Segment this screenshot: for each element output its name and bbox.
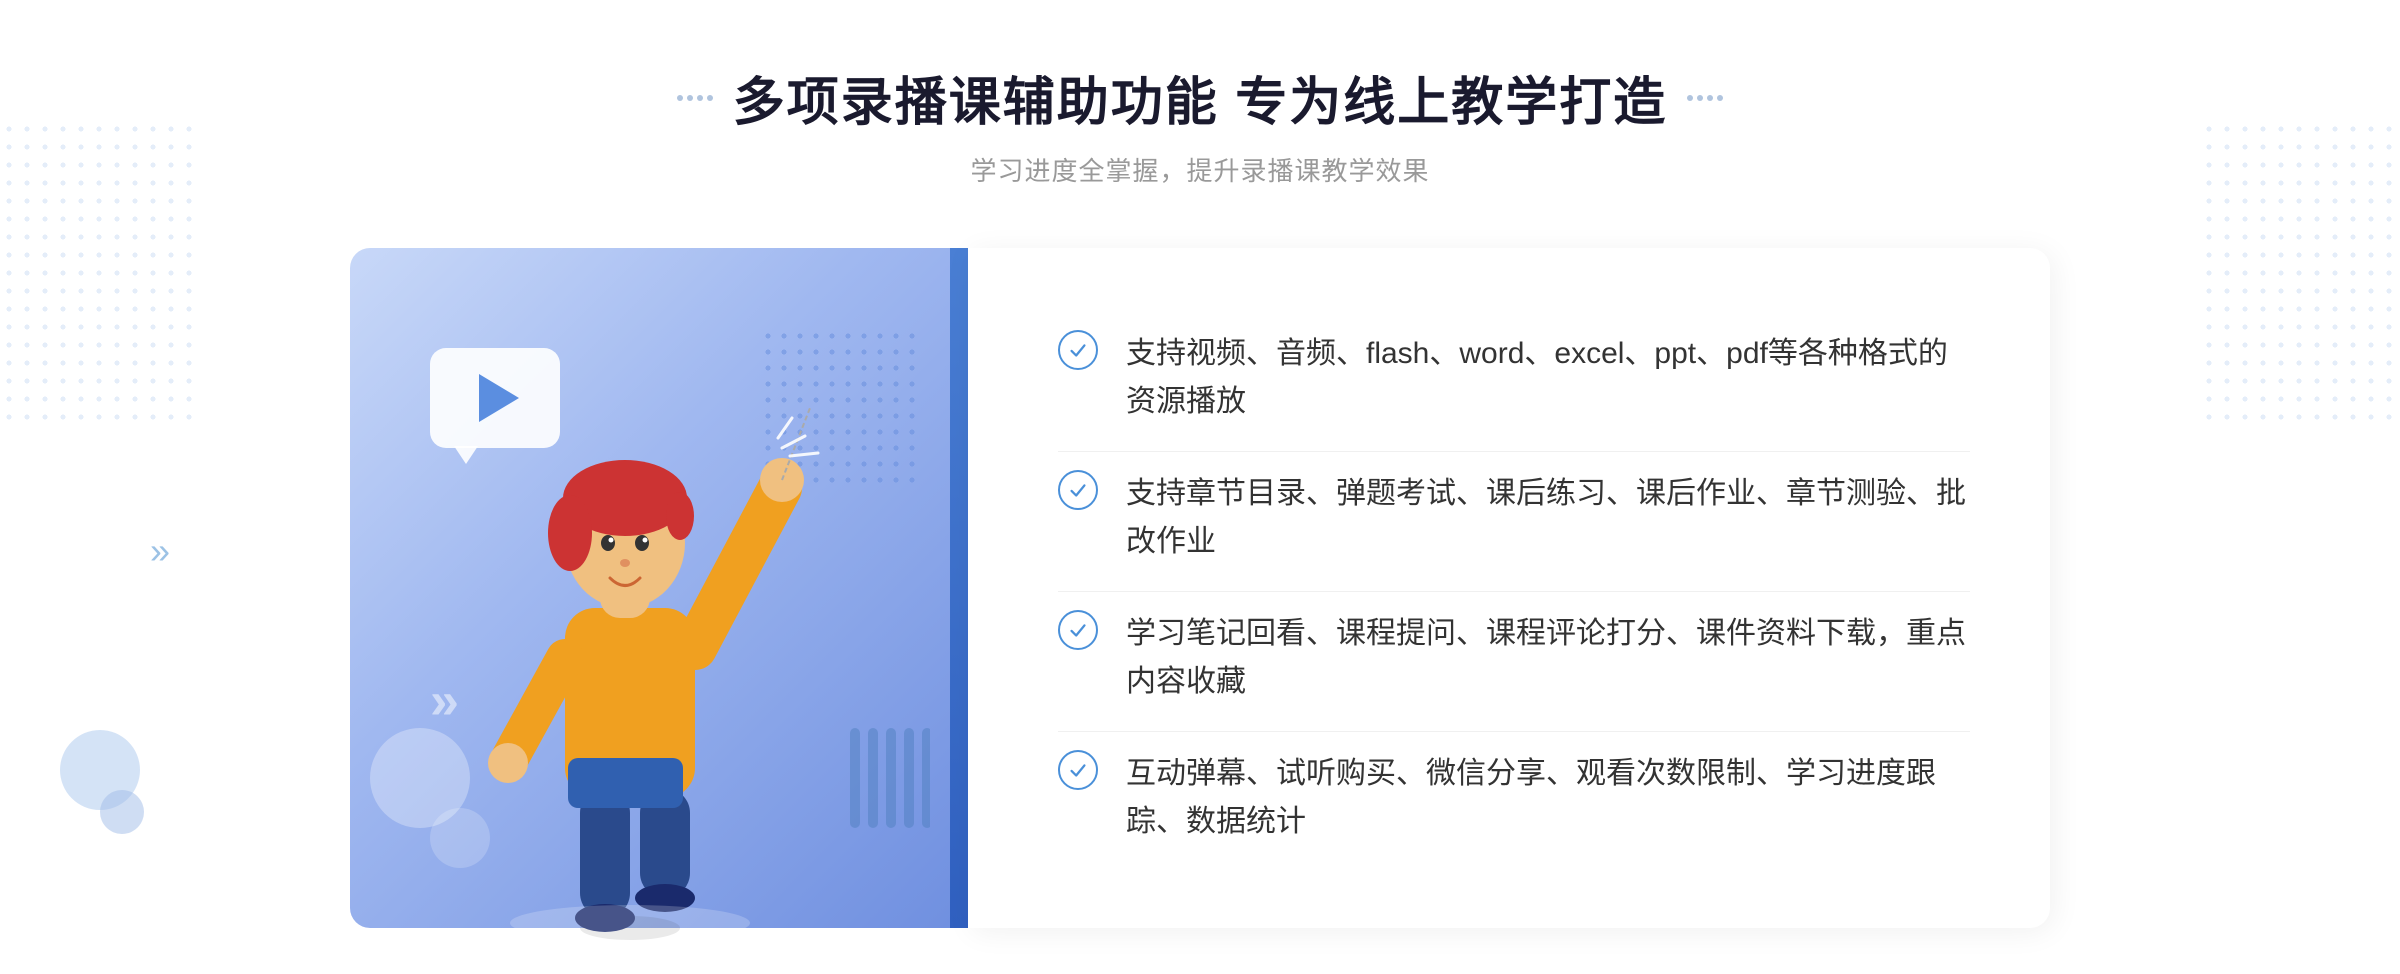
bg-dots-right [2200, 120, 2400, 420]
feature-item-4: 互动弹幕、试听购买、微信分享、观看次数限制、学习进度跟踪、数据统计 [1058, 731, 1970, 864]
dot4 [707, 95, 713, 101]
blue-circles-deco [60, 730, 144, 834]
check-icon-1 [1058, 330, 1098, 370]
feature-item-3: 学习笔记回看、课程提问、课程评论打分、课件资料下载，重点内容收藏 [1058, 591, 1970, 724]
check-icon-3 [1058, 610, 1098, 650]
header-decorators: 多项录播课辅助功能 专为线上教学打造 [677, 60, 1723, 135]
dot6 [1697, 95, 1703, 101]
left-decorator-dots [677, 95, 713, 101]
dot2 [687, 95, 693, 101]
left-panel: » [350, 248, 950, 928]
striped-deco [850, 728, 930, 828]
feature-text-1: 支持视频、音频、flash、word、excel、ppt、pdf等各种格式的资源… [1126, 330, 1970, 426]
dot7 [1707, 95, 1713, 101]
check-icon-2 [1058, 470, 1098, 510]
feature-text-3: 学习笔记回看、课程提问、课程评论打分、课件资料下载，重点内容收藏 [1126, 610, 1970, 706]
dot5 [1687, 95, 1693, 101]
dot3 [697, 95, 703, 101]
left-arrow-decoration: » [150, 530, 170, 572]
page-container: 多项录播课辅助功能 专为线上教学打造 学习进度全掌握，提升录播课教学效果 [0, 0, 2400, 974]
circle-deco-2 [430, 808, 490, 868]
page-title: 多项录播课辅助功能 专为线上教学打造 [733, 60, 1667, 135]
feature-item-1: 支持视频、音频、flash、word、excel、ppt、pdf等各种格式的资源… [1058, 312, 1970, 444]
feature-text-2: 支持章节目录、弹题考试、课后练习、课后作业、章节测验、批改作业 [1126, 470, 1970, 566]
check-icon-4 [1058, 750, 1098, 790]
feature-text-4: 互动弹幕、试听购买、微信分享、观看次数限制、学习进度跟踪、数据统计 [1126, 750, 1970, 846]
accent-bar [950, 248, 968, 928]
header-section: 多项录播课辅助功能 专为线上教学打造 学习进度全掌握，提升录播课教学效果 [677, 60, 1723, 188]
bg-dots-left [0, 120, 200, 420]
right-panel: 支持视频、音频、flash、word、excel、ppt、pdf等各种格式的资源… [968, 248, 2050, 928]
right-decorator-dots [1687, 95, 1723, 101]
dot1 [677, 95, 683, 101]
dot8 [1717, 95, 1723, 101]
page-subtitle: 学习进度全掌握，提升录播课教学效果 [677, 151, 1723, 188]
content-area: » [350, 248, 2050, 928]
svg-text:»: » [430, 672, 459, 730]
feature-item-2: 支持章节目录、弹题考试、课后练习、课后作业、章节测验、批改作业 [1058, 451, 1970, 584]
small-circle [100, 790, 144, 834]
